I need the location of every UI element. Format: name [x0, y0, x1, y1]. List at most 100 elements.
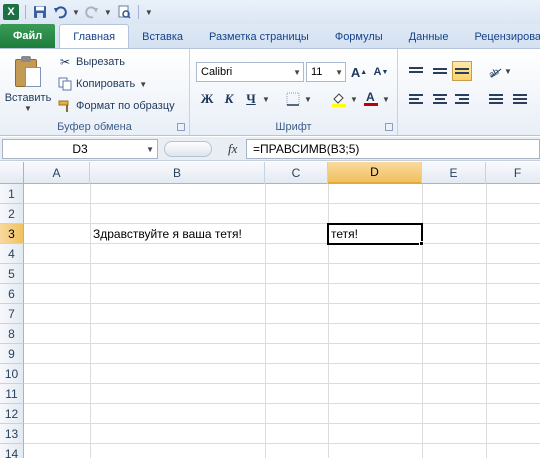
increase-indent-icon[interactable]: [510, 89, 530, 109]
orientation-icon[interactable]: ab: [486, 62, 504, 80]
name-box-value: D3: [72, 142, 88, 156]
gridline: [24, 383, 540, 384]
cut-button[interactable]: ✂ Вырезать: [58, 55, 125, 69]
save-icon[interactable]: [32, 4, 48, 20]
gridline: [24, 363, 540, 364]
font-group: Calibri ▼ 11 ▼ A ▲ A ▼ Ж К Ч ▼ ▼ ▼ A ▼ Шри…: [190, 49, 398, 135]
tab-file[interactable]: Файл: [0, 24, 56, 48]
chevron-down-icon[interactable]: ▼: [350, 95, 358, 104]
row-header-14[interactable]: 14: [0, 444, 24, 458]
gridline: [24, 303, 540, 304]
column-header-d[interactable]: D: [328, 162, 422, 184]
customize-toolbar-icon[interactable]: ▼: [145, 8, 153, 17]
row-header-7[interactable]: 7: [0, 304, 24, 324]
align-bottom-icon[interactable]: [452, 61, 472, 81]
tab-formulas[interactable]: Формулы: [322, 26, 396, 48]
cell-b3[interactable]: Здравствуйте я ваша тетя!: [90, 224, 242, 244]
undo-dropdown-icon[interactable]: ▼: [72, 8, 80, 17]
row-header-10[interactable]: 10: [0, 364, 24, 384]
row-header-4[interactable]: 4: [0, 244, 24, 264]
redo-dropdown-icon[interactable]: ▼: [104, 8, 112, 17]
font-size-field[interactable]: 11 ▼: [306, 62, 346, 82]
chevron-down-icon[interactable]: ▼: [24, 104, 32, 113]
fill-color-icon[interactable]: [330, 90, 348, 108]
font-name-field[interactable]: Calibri ▼: [196, 62, 304, 82]
chevron-down-icon[interactable]: ▼: [139, 80, 147, 89]
redo-icon[interactable]: [84, 4, 100, 20]
column-header-e[interactable]: E: [422, 162, 486, 184]
paste-button[interactable]: Вставить ▼: [4, 53, 52, 115]
fill-handle[interactable]: [419, 241, 424, 246]
spreadsheet-grid[interactable]: A B C D E F 1 2 3 4 5 6 7 8 9 10 11 12 13 14 Здравств…: [0, 162, 540, 458]
row-header-8[interactable]: 8: [0, 324, 24, 344]
column-header-c[interactable]: C: [265, 162, 328, 184]
column-header-f[interactable]: F: [486, 162, 540, 184]
paste-icon: [13, 55, 43, 89]
row-header-3[interactable]: 3: [0, 224, 24, 244]
row-header-13[interactable]: 13: [0, 424, 24, 444]
paste-label: Вставить: [4, 92, 52, 104]
align-middle-icon[interactable]: [430, 61, 450, 81]
row-header-9[interactable]: 9: [0, 344, 24, 364]
select-all-corner[interactable]: [0, 162, 24, 184]
copy-label: Копировать: [76, 78, 136, 90]
cut-label: Вырезать: [76, 56, 125, 68]
print-preview-icon[interactable]: [116, 4, 132, 20]
gridline: [24, 443, 540, 444]
row-header-6[interactable]: 6: [0, 284, 24, 304]
align-top-icon[interactable]: [406, 61, 426, 81]
chevron-down-icon[interactable]: ▼: [504, 67, 512, 76]
tab-home[interactable]: Главная: [59, 24, 130, 48]
borders-icon[interactable]: [284, 90, 302, 108]
column-header-a[interactable]: A: [24, 162, 90, 184]
insert-function-button[interactable]: fx: [228, 141, 237, 157]
format-painter-label: Формат по образцу: [76, 100, 175, 112]
chevron-down-icon[interactable]: ▼: [146, 145, 154, 154]
row-header-12[interactable]: 12: [0, 404, 24, 424]
toolbar-separator: [137, 5, 139, 19]
tab-review[interactable]: Рецензирование: [461, 26, 540, 48]
gridline: [24, 263, 540, 264]
chevron-down-icon[interactable]: ▼: [304, 95, 312, 104]
increase-font-size-icon[interactable]: A ▲: [350, 63, 368, 81]
font-color-icon[interactable]: A: [362, 89, 380, 107]
dialog-launcher-icon[interactable]: [385, 123, 393, 131]
italic-button[interactable]: К: [220, 90, 238, 108]
row-header-5[interactable]: 5: [0, 264, 24, 284]
selected-cell-border: [327, 223, 423, 245]
chevron-down-icon[interactable]: ▼: [335, 68, 343, 77]
column-header-b[interactable]: B: [90, 162, 265, 184]
decrease-indent-icon[interactable]: [486, 89, 506, 109]
gridline: [24, 203, 540, 204]
font-name-value: Calibri: [201, 66, 233, 78]
underline-button[interactable]: Ч: [242, 90, 260, 108]
chevron-down-icon[interactable]: ▼: [382, 95, 390, 104]
row-header-11[interactable]: 11: [0, 384, 24, 404]
column-headers: A B C D E F: [0, 162, 540, 184]
scissors-icon: ✂: [59, 55, 71, 69]
tab-page-layout[interactable]: Разметка страницы: [196, 26, 322, 48]
font-size-value: 11: [311, 66, 323, 78]
undo-icon[interactable]: [52, 4, 68, 20]
tab-data[interactable]: Данные: [396, 26, 462, 48]
excel-logo-icon[interactable]: X: [3, 4, 19, 20]
align-left-icon[interactable]: [406, 89, 426, 109]
copy-button[interactable]: Копировать ▼: [58, 77, 147, 91]
name-box[interactable]: D3 ▼: [2, 139, 158, 159]
chevron-down-icon[interactable]: ▼: [293, 68, 301, 77]
font-group-label: Шрифт: [275, 121, 312, 133]
bold-button[interactable]: Ж: [198, 90, 216, 108]
toolbar-separator: [25, 5, 26, 19]
format-painter-button[interactable]: Формат по образцу: [58, 99, 175, 113]
tab-insert[interactable]: Вставка: [129, 26, 196, 48]
align-center-icon[interactable]: [430, 89, 450, 109]
decrease-font-size-icon[interactable]: A ▼: [372, 63, 390, 81]
chevron-down-icon[interactable]: ▼: [262, 95, 270, 104]
row-header-2[interactable]: 2: [0, 204, 24, 224]
dialog-launcher-icon[interactable]: [177, 123, 185, 131]
row-header-1[interactable]: 1: [0, 184, 24, 204]
formula-input[interactable]: =ПРАВСИМВ(B3;5): [246, 139, 540, 159]
gridline: [24, 403, 540, 404]
gridline: [265, 184, 266, 458]
align-right-icon[interactable]: [452, 89, 472, 109]
